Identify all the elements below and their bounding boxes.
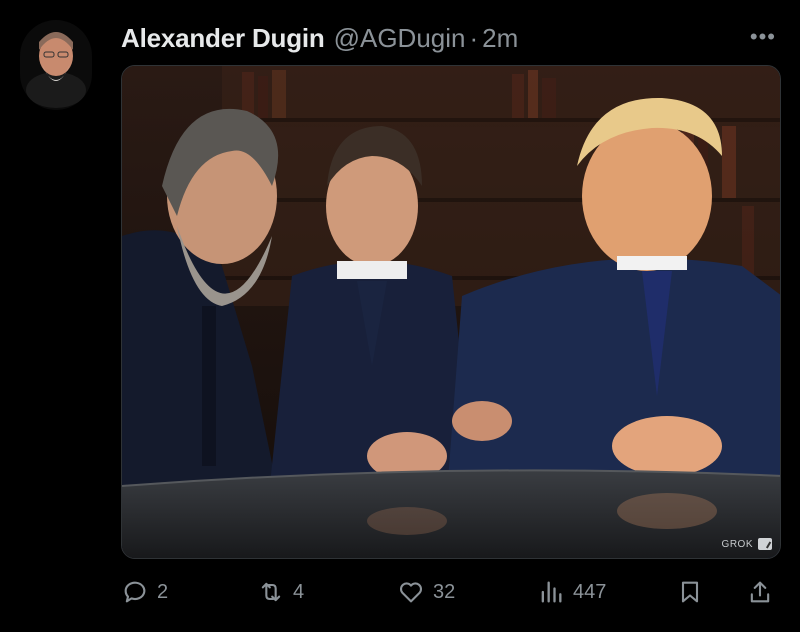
- avatar[interactable]: [20, 20, 92, 110]
- reply-button[interactable]: 2: [121, 574, 168, 610]
- more-icon[interactable]: •••: [750, 24, 776, 50]
- like-button[interactable]: 32: [397, 574, 455, 610]
- image-illustration: [122, 66, 780, 558]
- tweet-image[interactable]: GROK: [121, 65, 781, 559]
- like-count: 32: [433, 580, 456, 603]
- avatar-image: [20, 20, 92, 110]
- share-button[interactable]: [746, 574, 774, 610]
- timestamp[interactable]: 2m: [482, 23, 518, 54]
- tweet-header: Alexander Dugin @AGDugin · 2m •••: [121, 20, 780, 56]
- reply-icon: [124, 581, 146, 603]
- views-button[interactable]: 447: [537, 574, 606, 610]
- share-icon: [750, 581, 770, 603]
- like-icon: [399, 582, 423, 603]
- views-icon: [541, 581, 562, 603]
- tweet-actions: 2 4 32 447: [121, 574, 781, 610]
- edit-icon: [758, 538, 772, 550]
- retweet-icon: [261, 582, 281, 602]
- views-count: 447: [573, 580, 607, 603]
- bookmark-button[interactable]: [676, 574, 704, 610]
- separator-dot: ·: [469, 22, 479, 53]
- retweet-count: 4: [293, 580, 305, 603]
- user-handle[interactable]: @AGDugin: [334, 23, 466, 54]
- display-name[interactable]: Alexander Dugin: [121, 23, 325, 54]
- grok-watermark: GROK: [722, 538, 772, 550]
- bookmark-icon: [681, 581, 699, 603]
- watermark-text: GROK: [721, 538, 753, 550]
- retweet-button[interactable]: 4: [257, 574, 304, 610]
- reply-count: 2: [157, 580, 169, 603]
